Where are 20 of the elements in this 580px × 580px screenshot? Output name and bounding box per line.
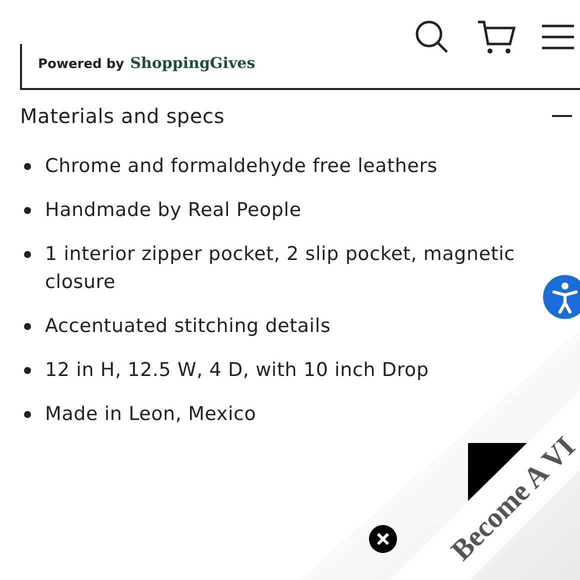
bullet-icon — [24, 411, 31, 418]
spec-item: Made in Leon, Mexico — [45, 402, 256, 427]
bullet-icon — [24, 207, 31, 214]
section-title: Materials and specs — [20, 104, 225, 128]
brand-name: ShoppingGives — [130, 54, 256, 72]
spec-item: Handmade by Real People — [45, 198, 302, 223]
close-icon — [376, 532, 390, 546]
bullet-icon — [24, 323, 31, 330]
cart-icon[interactable] — [476, 19, 516, 55]
spec-item: 1 interior zipper pocket, 2 slip pocket, magnetic closure — [45, 242, 516, 295]
spec-item: Accentuated stitching details — [45, 314, 331, 339]
search-icon[interactable] — [414, 19, 450, 55]
bullet-icon — [24, 251, 31, 258]
bullet-icon — [24, 163, 31, 170]
spec-item: Chrome and formaldehyde free leathers — [45, 154, 438, 179]
menu-icon[interactable] — [542, 24, 574, 50]
powered-by-label: Powered by — [38, 57, 124, 72]
spec-item: 12 in H, 12.5 W, 4 D, with 10 inch Drop — [45, 358, 429, 383]
accessibility-icon[interactable] — [543, 275, 580, 319]
bullet-icon — [24, 367, 31, 374]
